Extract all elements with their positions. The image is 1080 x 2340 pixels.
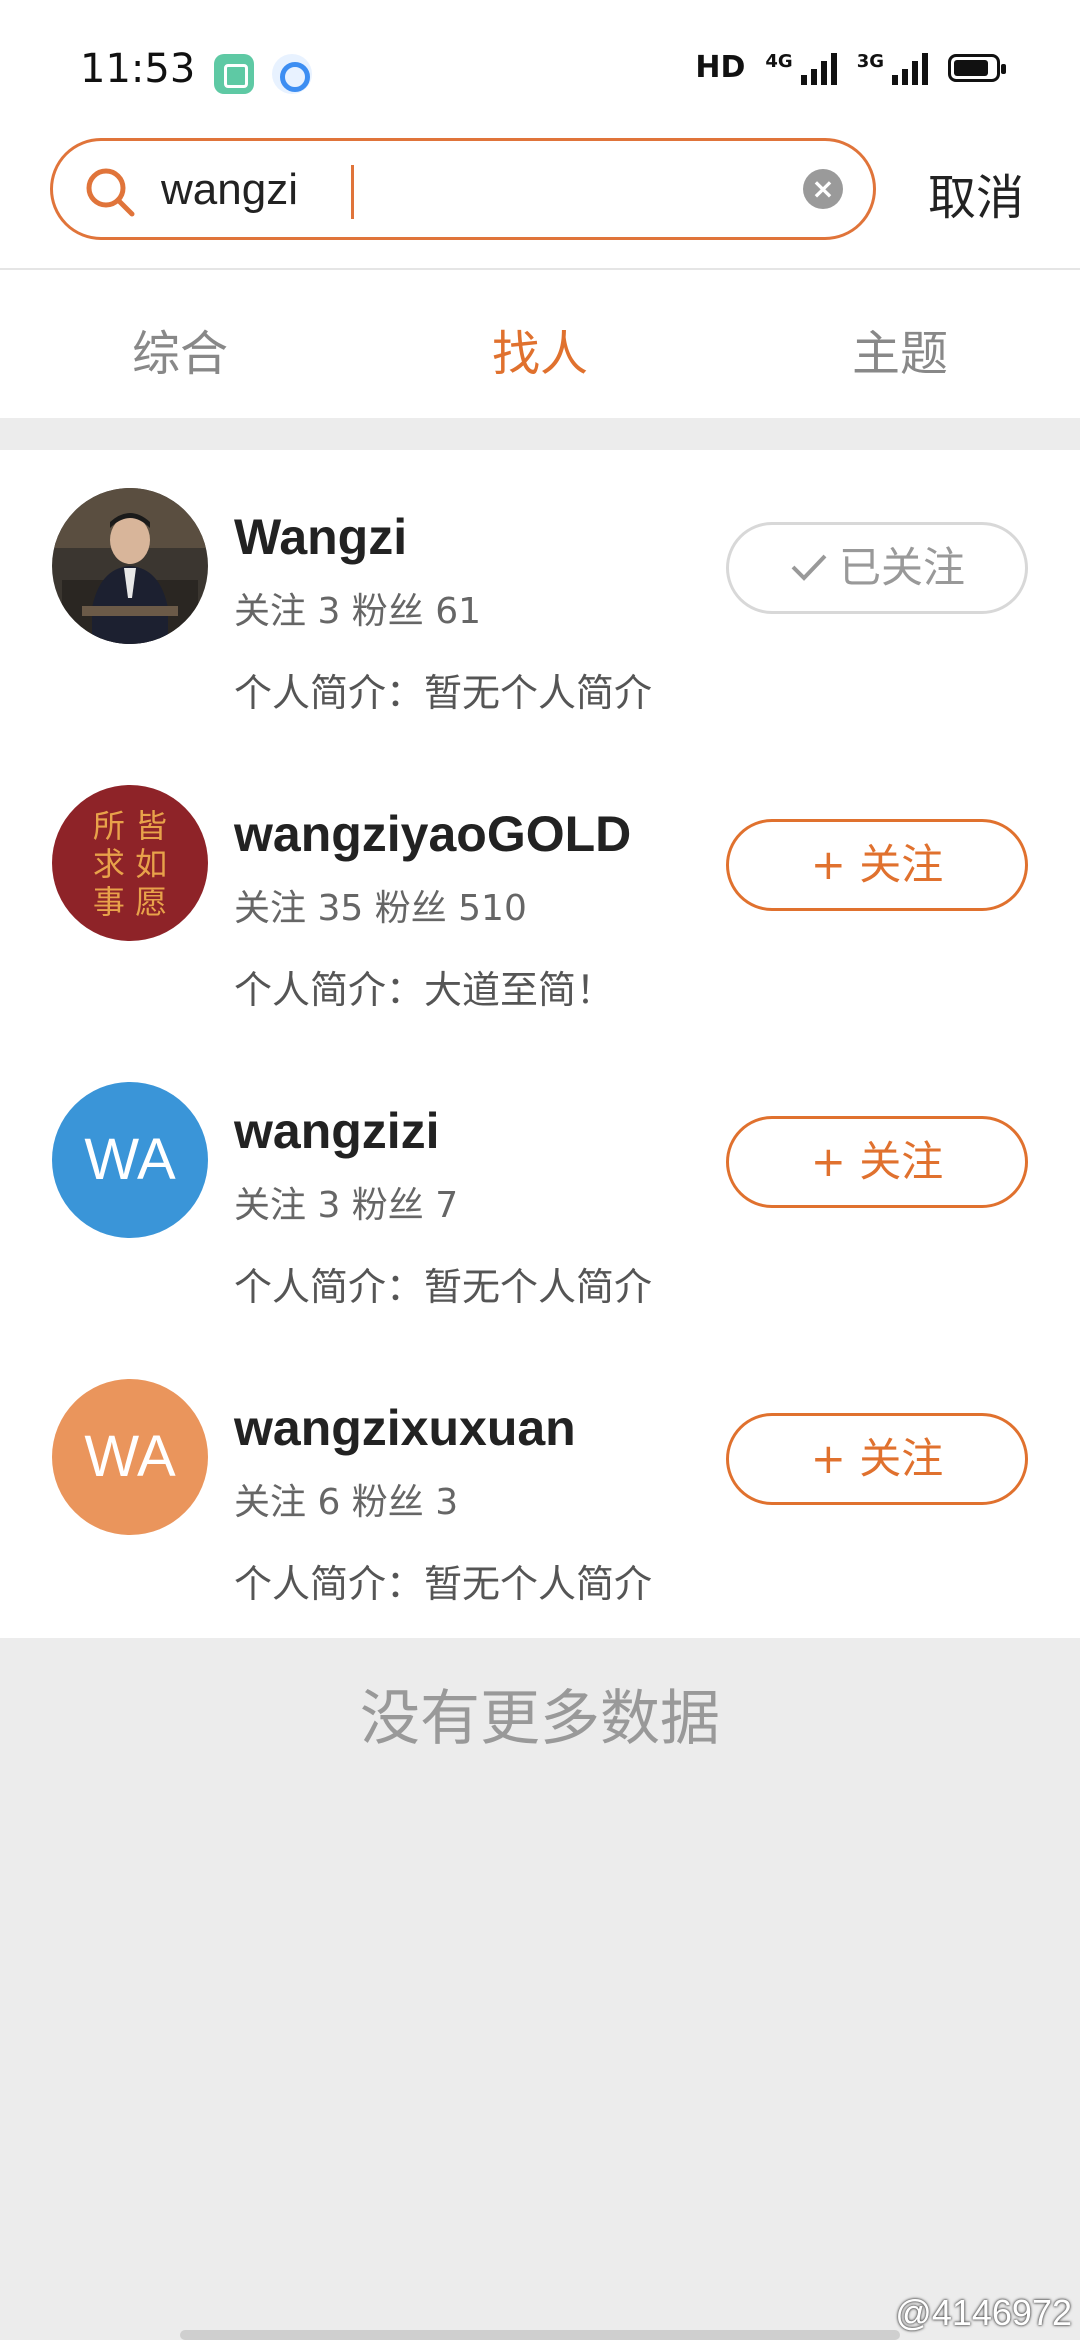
gesture-bar[interactable] bbox=[180, 2330, 900, 2340]
browser-notification-icon bbox=[272, 54, 312, 94]
user-list: Wangzi 关注 3 粉丝 61 个人简介：暂无个人简介 已关注 所 皆 求 … bbox=[0, 450, 1080, 1638]
avatar[interactable]: WA bbox=[52, 1082, 208, 1238]
user-name[interactable]: wangziyaoGOLD bbox=[234, 805, 631, 863]
user-name[interactable]: wangzizi bbox=[234, 1102, 440, 1160]
signal-3g-icon: 3G bbox=[857, 51, 928, 85]
followed-button[interactable]: 已关注 bbox=[726, 522, 1028, 614]
avatar[interactable]: WA bbox=[52, 1379, 208, 1535]
tab-topics[interactable]: 主题 bbox=[800, 314, 1000, 384]
follow-button[interactable]: + 关注 bbox=[726, 1413, 1028, 1505]
top-header: 11:53 HD 4G 3G wangzi × 取消 bbox=[0, 0, 1080, 270]
follow-button[interactable]: + 关注 bbox=[726, 1116, 1028, 1208]
status-time: 11:53 bbox=[80, 46, 196, 92]
user-stats: 关注 6 粉丝 3 bbox=[234, 1482, 459, 1523]
avatar[interactable] bbox=[52, 488, 208, 644]
watermark: @4146972 bbox=[895, 2292, 1072, 2333]
cancel-button[interactable]: 取消 bbox=[928, 158, 1024, 228]
user-stats: 关注 35 粉丝 510 bbox=[234, 888, 527, 929]
net-label-3g: 3G bbox=[856, 50, 884, 72]
list-item[interactable]: 所 皆 求 如 事 愿 wangziyaoGOLD 关注 35 粉丝 510 个… bbox=[0, 747, 1080, 1044]
follow-button-label: 已关注 bbox=[838, 543, 965, 592]
list-item[interactable]: WA wangzixuxuan 关注 6 粉丝 3 个人简介：暂无个人简介 + … bbox=[0, 1341, 1080, 1638]
user-bio: 个人简介：暂无个人简介 bbox=[234, 671, 653, 715]
check-icon bbox=[789, 525, 829, 611]
clear-icon[interactable]: × bbox=[803, 169, 843, 209]
search-icon bbox=[86, 168, 135, 217]
follow-button[interactable]: + 关注 bbox=[726, 819, 1028, 911]
status-bar: 11:53 HD 4G 3G bbox=[0, 0, 1080, 130]
user-stats: 关注 3 粉丝 61 bbox=[234, 591, 482, 632]
user-name[interactable]: wangzixuxuan bbox=[234, 1399, 576, 1457]
section-gap bbox=[0, 418, 1080, 450]
user-bio: 个人简介：大道至简！ bbox=[234, 968, 615, 1012]
calligraphy-avatar-text: 所 皆 求 如 事 愿 bbox=[92, 807, 168, 921]
tab-all[interactable]: 综合 bbox=[80, 314, 280, 384]
battery-icon bbox=[948, 53, 1006, 82]
hd-indicator: HD bbox=[695, 50, 746, 85]
search-box[interactable]: × bbox=[50, 138, 876, 240]
status-indicators: HD 4G 3G bbox=[695, 50, 1006, 85]
avatar[interactable]: 所 皆 求 如 事 愿 bbox=[52, 785, 208, 941]
signal-4g-icon: 4G bbox=[765, 50, 837, 85]
text-cursor bbox=[351, 165, 354, 219]
user-stats: 关注 3 粉丝 7 bbox=[234, 1185, 459, 1226]
app-notification-icon bbox=[214, 54, 254, 94]
tab-people[interactable]: 找人 bbox=[440, 314, 640, 384]
user-bio: 个人简介：暂无个人简介 bbox=[234, 1562, 653, 1606]
net-label-4g: 4G bbox=[765, 50, 793, 72]
user-bio: 个人简介：暂无个人简介 bbox=[234, 1265, 653, 1309]
user-name[interactable]: Wangzi bbox=[234, 508, 407, 566]
profile-photo bbox=[52, 488, 208, 644]
tab-bar: 综合 找人 主题 bbox=[0, 270, 1080, 418]
search-input[interactable] bbox=[161, 157, 761, 223]
no-more-data-label: 没有更多数据 bbox=[360, 1684, 720, 1754]
list-item[interactable]: WA wangzizi 关注 3 粉丝 7 个人简介：暂无个人简介 + 关注 bbox=[0, 1044, 1080, 1341]
list-item[interactable]: Wangzi 关注 3 粉丝 61 个人简介：暂无个人简介 已关注 bbox=[0, 450, 1080, 747]
